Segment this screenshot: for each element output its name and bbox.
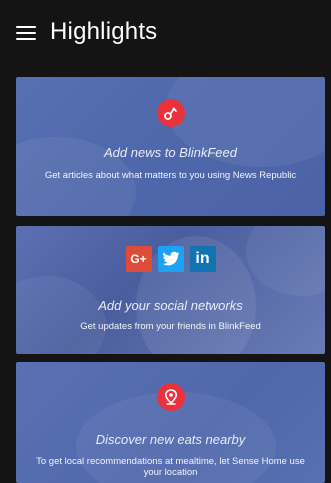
card-title: Add your social networks [98, 298, 243, 313]
card-title: Discover new eats nearby [95, 432, 246, 447]
page-title: Highlights [50, 18, 158, 45]
card-description: Get updates from your friends in BlinkFe… [80, 321, 261, 332]
add-news-card[interactable]: Add news to BlinkFeed Get articles about… [16, 77, 325, 216]
hamburger-icon[interactable] [16, 26, 36, 42]
app-bar: Highlights [0, 0, 331, 72]
card-title: Add news to BlinkFeed [104, 145, 237, 160]
card-description: To get local recommendations at mealtime… [36, 456, 305, 478]
card-description: Get articles about what matters to you u… [44, 170, 297, 181]
social-icons-row: G+ in [16, 246, 325, 272]
add-social-card[interactable]: G+ in Add your social networks Get updat… [16, 226, 325, 354]
twitter-icon [157, 246, 184, 272]
linkedin-icon: in [189, 246, 216, 272]
google-plus-icon: G+ [125, 246, 152, 272]
news-republic-icon [156, 99, 185, 127]
location-pin-icon [156, 383, 185, 411]
discover-eats-card[interactable]: Discover new eats nearby To get local re… [16, 362, 325, 483]
